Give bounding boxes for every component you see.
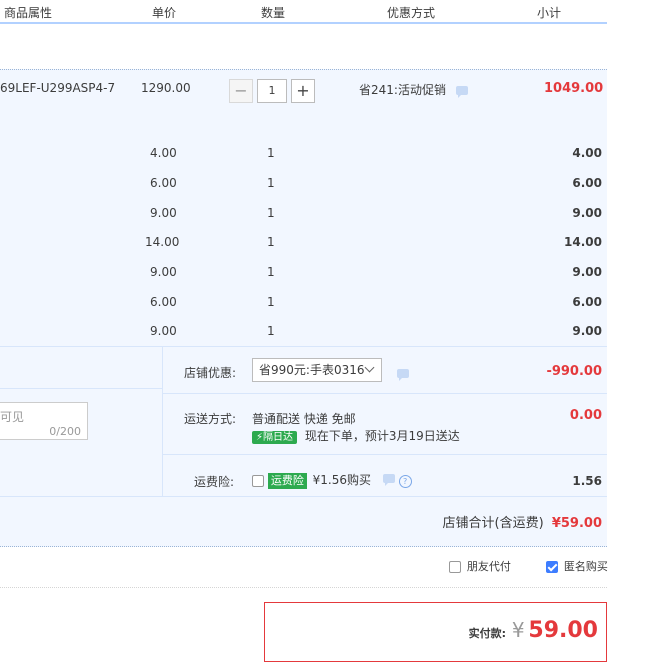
col-attr-header: 商品属性 xyxy=(4,6,53,20)
lightning-icon: ⚡ xyxy=(256,432,264,443)
divider xyxy=(162,393,607,394)
promo-text: 省241:活动促销 xyxy=(359,83,446,97)
sub-item-subtotal: 9.00 xyxy=(572,206,602,220)
sub-item-qty: 1 xyxy=(267,265,275,279)
friend-pay-label: 朋友代付 xyxy=(466,560,511,573)
divider xyxy=(0,496,607,497)
store-total: 店铺合计(含运费) ¥59.00 xyxy=(443,512,602,531)
shipping-amount: 0.00 xyxy=(569,408,602,423)
sub-item-price: 6.00 xyxy=(150,295,177,309)
store-coupon-select[interactable]: 省990元:手表0316 xyxy=(252,358,382,382)
table-header: 商品属性 单价 数量 优惠方式 小计 xyxy=(0,0,607,24)
insurance-checkbox[interactable] xyxy=(252,474,264,487)
sub-item-subtotal: 9.00 xyxy=(572,265,602,279)
quantity-stepper: − 1 + xyxy=(229,79,315,103)
divider xyxy=(0,388,162,389)
col-promo-header: 优惠方式 xyxy=(387,6,436,20)
anonymous-label: 匿名购买 xyxy=(563,560,608,573)
decrease-button[interactable]: − xyxy=(229,79,253,103)
friend-pay-option[interactable]: 朋友代付 xyxy=(449,558,511,574)
payment-summary: 实付款: ¥ 59.00 xyxy=(469,618,598,643)
col-qty-header: 数量 xyxy=(261,6,286,20)
sub-item-qty: 1 xyxy=(267,324,275,338)
sub-item-qty: 1 xyxy=(267,235,275,249)
sub-item-qty: 1 xyxy=(267,295,275,309)
item-attr: 69LEF-U299ASP4-7 xyxy=(0,81,116,95)
anonymous-checkbox[interactable] xyxy=(546,560,558,573)
sub-item-qty: 1 xyxy=(267,146,275,160)
chat-icon[interactable] xyxy=(382,474,395,486)
increase-button[interactable]: + xyxy=(291,79,315,103)
sub-item-price: 6.00 xyxy=(150,176,177,190)
promo-info: 省241:活动促销 xyxy=(359,81,468,98)
store-total-label: 店铺合计(含运费) xyxy=(442,516,544,531)
next-day-badge: ⚡隔日达 xyxy=(252,431,298,444)
eta-text: 现在下单，预计3月19日送达 xyxy=(304,429,460,443)
payment-box: 实付款: ¥ 59.00 xyxy=(264,602,607,662)
next-day-badge-label: 隔日达 xyxy=(263,432,294,443)
store-coupon-value: 省990元:手表0316 xyxy=(259,363,365,377)
sub-item-price: 14.00 xyxy=(145,235,180,249)
shipping-label: 运送方式: xyxy=(184,412,237,426)
insurance-option: 运费险 ¥1.56购买 ? xyxy=(252,471,412,489)
chat-icon[interactable] xyxy=(455,86,468,98)
payment-label: 实付款: xyxy=(468,627,507,640)
sub-item-qty: 1 xyxy=(267,206,275,220)
store-coupon-amount: -990.00 xyxy=(546,364,602,379)
divider xyxy=(0,587,607,588)
insurance-amount: 1.56 xyxy=(572,474,602,488)
sub-item-subtotal: 14.00 xyxy=(564,235,602,249)
insurance-label: 运费险: xyxy=(194,475,235,489)
payment-amount: 59.00 xyxy=(528,618,598,643)
item-subtotal: 1049.00 xyxy=(544,81,604,96)
chevron-down-icon xyxy=(364,362,375,373)
sub-item-price: 9.00 xyxy=(150,265,177,279)
insurance-tag: 运费险 xyxy=(267,473,307,489)
store-total-amount: ¥59.00 xyxy=(551,516,602,531)
sub-item-subtotal: 6.00 xyxy=(572,295,602,309)
store-coupon-label: 店铺优惠: xyxy=(184,366,237,380)
remark-placeholder: 可见 xyxy=(0,410,25,424)
divider xyxy=(0,346,607,347)
remark-input[interactable]: 可见 0/200 xyxy=(0,402,88,440)
divider xyxy=(162,454,607,455)
currency-symbol: ¥ xyxy=(511,618,525,642)
sub-item-subtotal: 9.00 xyxy=(572,324,602,338)
col-price-header: 单价 xyxy=(152,6,177,20)
divider xyxy=(162,346,163,496)
help-icon[interactable]: ? xyxy=(398,475,412,488)
insurance-desc: ¥1.56购买 xyxy=(312,473,372,487)
sub-item-price: 9.00 xyxy=(150,324,177,338)
sub-item-price: 4.00 xyxy=(150,146,177,160)
sub-item-subtotal: 6.00 xyxy=(572,176,602,190)
shipping-method: 普通配送 快递 免邮 xyxy=(252,412,356,426)
col-subtotal-header: 小计 xyxy=(537,6,562,20)
item-price: 1290.00 xyxy=(141,81,191,95)
chat-icon[interactable] xyxy=(397,369,409,381)
remark-counter: 0/200 xyxy=(49,425,81,438)
anonymous-option[interactable]: 匿名购买 xyxy=(546,558,608,574)
quantity-input[interactable]: 1 xyxy=(257,79,287,103)
sub-item-price: 9.00 xyxy=(150,206,177,220)
friend-pay-checkbox[interactable] xyxy=(449,560,461,573)
sub-item-qty: 1 xyxy=(267,176,275,190)
shipping-eta: ⚡隔日达 现在下单，预计3月19日送达 xyxy=(252,427,460,444)
sub-item-subtotal: 4.00 xyxy=(572,146,602,160)
